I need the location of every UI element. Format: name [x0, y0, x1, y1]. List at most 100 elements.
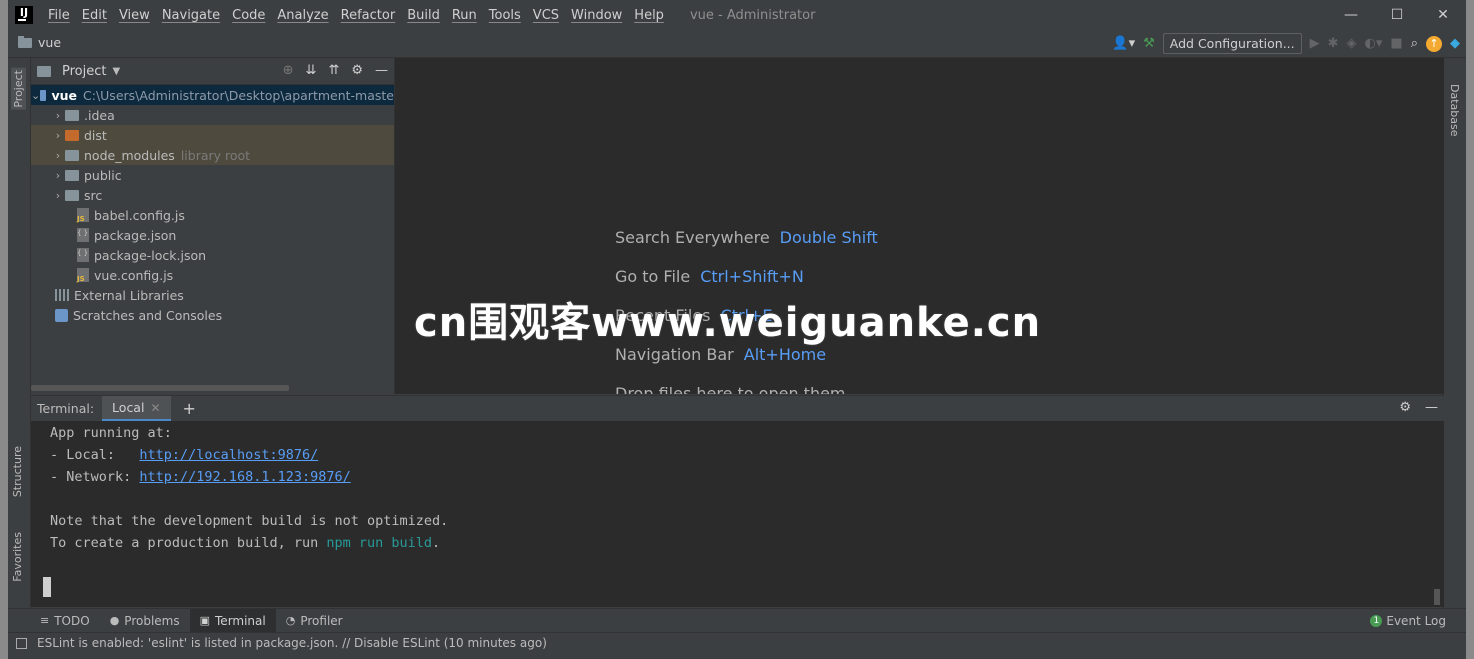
- tree-item-external-libraries[interactable]: External Libraries: [31, 285, 394, 305]
- status-bar: ESLint is enabled: 'eslint' is listed in…: [8, 632, 1466, 653]
- list-icon: ≡: [40, 614, 50, 627]
- profile-icon[interactable]: ◐▾: [1365, 36, 1383, 51]
- tool-window-problems[interactable]: ● Problems: [100, 609, 190, 632]
- javascript-file-icon: [77, 268, 89, 283]
- run-icon[interactable]: ▶: [1310, 36, 1320, 51]
- chevron-right-icon[interactable]: ›: [51, 189, 65, 202]
- tree-item-dist[interactable]: › dist: [31, 125, 394, 145]
- terminal-line: To create a production build, run npm ru…: [50, 535, 440, 551]
- tree-item-label: vue.config.js: [94, 267, 174, 283]
- tree-item-label: babel.config.js: [94, 207, 185, 223]
- terminal-header: Terminal: Local ✕ + ⚙ —: [31, 395, 1444, 422]
- menu-help[interactable]: Help: [628, 8, 670, 23]
- json-file-icon: [77, 228, 89, 242]
- add-configuration-button[interactable]: Add Configuration...: [1162, 33, 1302, 54]
- search-icon[interactable]: ⌕: [1411, 36, 1418, 51]
- menu-tools[interactable]: Tools: [483, 8, 527, 23]
- hint-label: Go to File: [615, 267, 691, 286]
- tree-root-vue[interactable]: ⌄ vue C:\Users\Administrator\Desktop\apa…: [31, 85, 394, 105]
- update-icon[interactable]: ↑: [1426, 35, 1442, 52]
- chevron-right-icon[interactable]: ›: [51, 109, 65, 122]
- coverage-icon[interactable]: ◈: [1347, 36, 1357, 51]
- event-log-button[interactable]: 1 Event Log: [1370, 609, 1446, 632]
- structure-stripe-tab[interactable]: Structure: [11, 446, 24, 497]
- hide-icon[interactable]: —: [1425, 400, 1438, 415]
- chevron-down-icon[interactable]: ▼: [112, 66, 120, 77]
- maximize-button[interactable]: ☐: [1374, 0, 1420, 30]
- close-tab-icon[interactable]: ✕: [150, 401, 160, 415]
- javascript-file-icon: [77, 208, 89, 223]
- tree-item-package-lock[interactable]: package-lock.json: [31, 245, 394, 265]
- gear-icon[interactable]: ⚙: [351, 63, 363, 78]
- tool-window-todo[interactable]: ≡ TODO: [30, 609, 100, 632]
- terminal-label: Terminal:: [37, 401, 95, 416]
- menu-file[interactable]: File: [42, 8, 76, 23]
- locate-icon[interactable]: ⊕: [283, 63, 294, 78]
- tree-item-src[interactable]: › src: [31, 185, 394, 205]
- favorites-stripe-tab[interactable]: Favorites: [11, 532, 24, 582]
- collapse-all-icon[interactable]: ⇈: [328, 63, 339, 78]
- problems-icon: ●: [109, 614, 120, 627]
- chevron-right-icon[interactable]: ›: [51, 129, 65, 142]
- debug-icon[interactable]: ✱: [1328, 36, 1339, 51]
- hide-icon[interactable]: —: [375, 63, 388, 78]
- gear-icon[interactable]: ⚙: [1399, 400, 1411, 415]
- hint-go-to-file: Go to File Ctrl+Shift+N: [615, 267, 804, 286]
- folder-icon: [65, 189, 79, 201]
- terminal-line: - Local: http://localhost:9876/: [50, 447, 318, 463]
- tree-item-label: node_modules: [84, 147, 175, 163]
- tool-window-bar: ≡ TODO ● Problems ▣ Terminal ◔ Profiler …: [8, 608, 1466, 632]
- local-url-link[interactable]: http://localhost:9876/: [139, 447, 318, 463]
- menu-navigate[interactable]: Navigate: [156, 8, 226, 23]
- terminal-line: App running at:: [50, 425, 172, 441]
- menu-run[interactable]: Run: [446, 8, 483, 23]
- vertical-scrollbar[interactable]: [1434, 589, 1440, 605]
- hint-shortcut: Double Shift: [779, 228, 878, 247]
- main-menu: File Edit View Navigate Code Analyze Ref…: [42, 8, 670, 23]
- right-tool-stripe: Database: [1443, 58, 1466, 608]
- menu-build[interactable]: Build: [401, 8, 446, 23]
- tool-window-profiler[interactable]: ◔ Profiler: [276, 609, 353, 632]
- tree-item-node-modules[interactable]: › node_modules library root: [31, 145, 394, 165]
- menu-window[interactable]: Window: [565, 8, 628, 23]
- build-hammer-icon[interactable]: ⚒: [1143, 36, 1155, 51]
- menu-code[interactable]: Code: [226, 8, 271, 23]
- menu-analyze[interactable]: Analyze: [271, 8, 334, 23]
- tree-item-public[interactable]: › public: [31, 165, 394, 185]
- tool-windows-toggle-icon[interactable]: [16, 637, 27, 649]
- tree-item-idea[interactable]: › .idea: [31, 105, 394, 125]
- minimize-button[interactable]: —: [1328, 0, 1374, 30]
- terminal-tab-local[interactable]: Local ✕: [102, 396, 171, 421]
- project-view-selector[interactable]: Project: [62, 64, 106, 79]
- chevron-right-icon[interactable]: ›: [51, 169, 65, 182]
- hint-label: Drop files here to open them: [615, 384, 846, 394]
- terminal-output[interactable]: App running at: - Local: http://localhos…: [31, 421, 1444, 607]
- breadcrumb[interactable]: vue: [18, 35, 61, 50]
- menu-edit[interactable]: Edit: [76, 8, 113, 23]
- menu-vcs[interactable]: VCS: [527, 8, 565, 23]
- menu-view[interactable]: View: [113, 8, 156, 23]
- toolbox-icon[interactable]: ◆: [1450, 36, 1460, 51]
- project-stripe-tab[interactable]: Project: [11, 68, 26, 110]
- status-message[interactable]: ESLint is enabled: 'eslint' is listed in…: [37, 636, 547, 650]
- breadcrumb-project[interactable]: vue: [38, 35, 61, 50]
- database-stripe-tab[interactable]: Database: [1448, 84, 1461, 137]
- horizontal-scrollbar[interactable]: [31, 385, 289, 391]
- tree-item-scratches[interactable]: Scratches and Consoles: [31, 305, 394, 325]
- close-button[interactable]: ✕: [1420, 0, 1466, 30]
- new-terminal-icon[interactable]: +: [183, 399, 196, 418]
- user-icon[interactable]: 👤▾: [1112, 36, 1135, 51]
- terminal-line: - Network: http://192.168.1.123:9876/: [50, 469, 351, 485]
- hint-search-everywhere: Search Everywhere Double Shift: [615, 228, 878, 247]
- stop-icon[interactable]: ■: [1390, 36, 1402, 51]
- tree-item-package-json[interactable]: package.json: [31, 225, 394, 245]
- tree-item-vue-config[interactable]: vue.config.js: [31, 265, 394, 285]
- menu-refactor[interactable]: Refactor: [335, 8, 402, 23]
- tool-window-terminal[interactable]: ▣ Terminal: [189, 609, 276, 632]
- tree-item-babel-config[interactable]: babel.config.js: [31, 205, 394, 225]
- expand-all-icon[interactable]: ⇊: [306, 63, 317, 78]
- chevron-down-icon[interactable]: ⌄: [31, 89, 40, 102]
- network-url-link[interactable]: http://192.168.1.123:9876/: [139, 469, 350, 485]
- chevron-right-icon[interactable]: ›: [51, 149, 65, 162]
- tree-root-name: vue: [51, 87, 77, 103]
